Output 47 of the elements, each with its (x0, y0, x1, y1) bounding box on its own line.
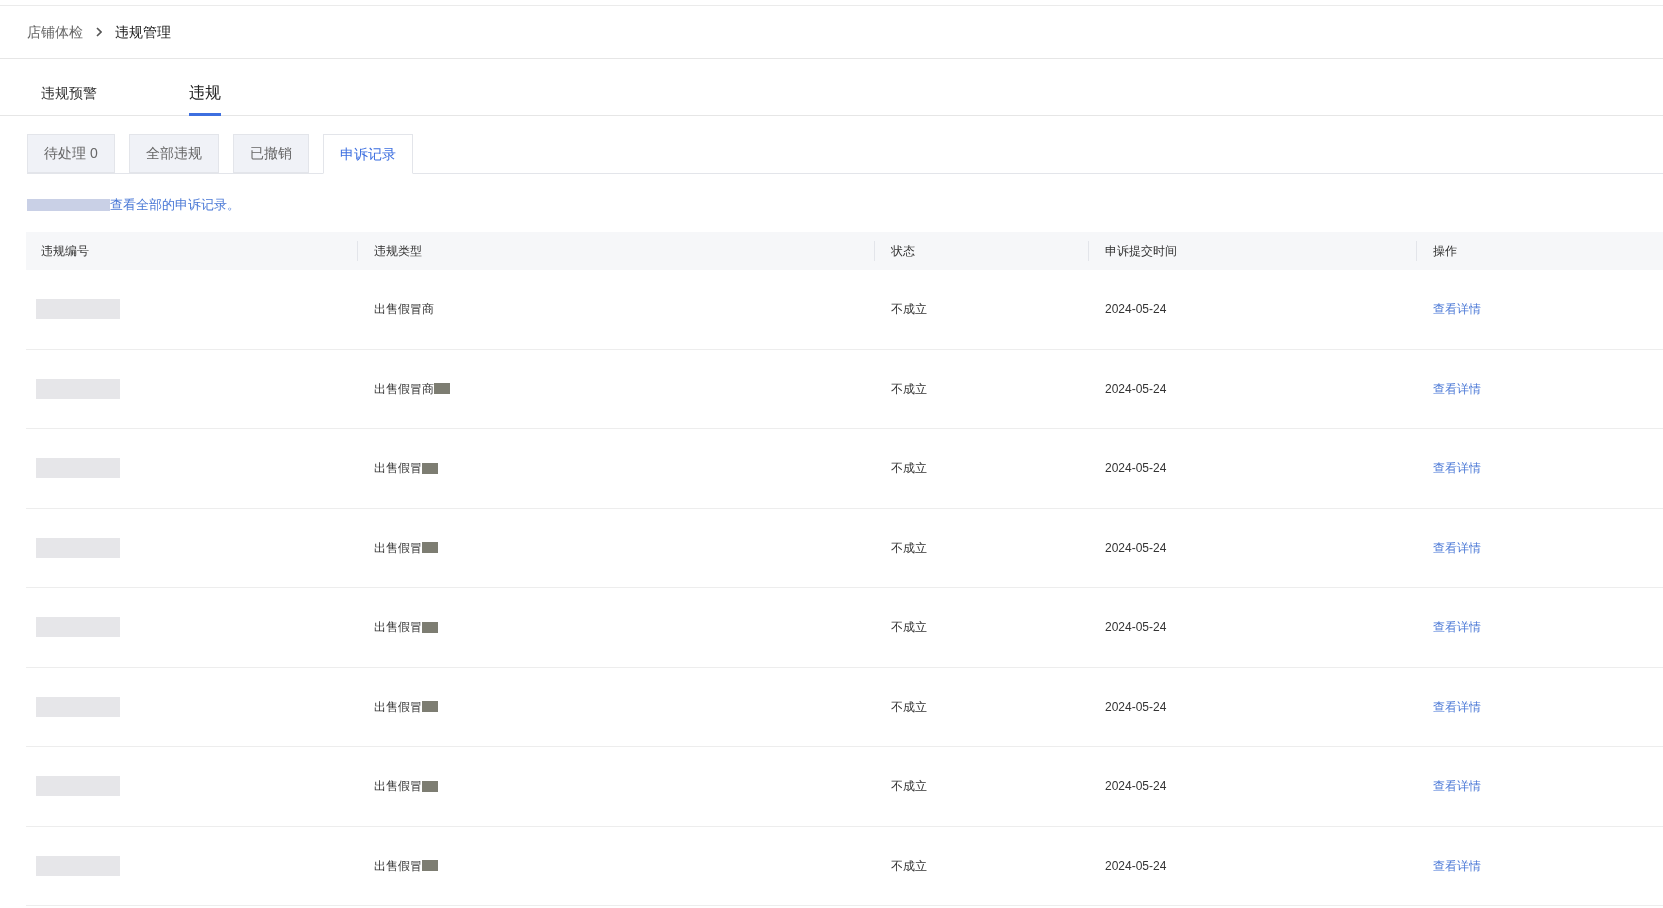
table-cell-text: 不成立 (891, 857, 927, 875)
column-header: 状态 (891, 243, 915, 260)
table-cell-text: 出售假冒 (374, 778, 422, 796)
table-cell-text: 不成立 (891, 619, 927, 637)
column-header: 操作 (1433, 243, 1457, 260)
table-cell-text: 出售假冒商 (374, 380, 434, 398)
tab[interactable]: 违规 (189, 73, 221, 116)
notice-text: 查看全部的申诉记录。 (110, 196, 240, 215)
table-cell-text: 出售假冒 (374, 857, 422, 875)
chevron-right-icon (96, 27, 102, 37)
table-cell-text: 2024-05-24 (1105, 301, 1167, 319)
table-cell-text: 不成立 (891, 698, 927, 716)
table-cell-text: 出售假冒商 (374, 301, 434, 319)
table-cell-text: 不成立 (891, 380, 927, 398)
view-details-link[interactable]: 查看详情 (1433, 379, 1481, 398)
tab[interactable]: 违规预警 (41, 72, 97, 115)
breadcrumb-link[interactable]: 违规管理 (115, 21, 171, 43)
sub-tab[interactable]: 申诉记录 (322, 134, 413, 174)
table-cell-text: 出售假冒 (374, 698, 422, 716)
table-cell-text: 2024-05-24 (1105, 380, 1167, 398)
table-cell-text: 不成立 (891, 460, 927, 478)
table-cell-text: 2024-05-24 (1105, 857, 1167, 875)
table-cell-text: 2024-05-24 (1105, 778, 1167, 796)
table-cell-text: 2024-05-24 (1105, 698, 1167, 716)
view-details-link[interactable]: 查看详情 (1433, 300, 1481, 319)
table-cell-text: 2024-05-24 (1105, 460, 1167, 478)
table-cell-text: 出售假冒 (374, 539, 422, 557)
view-details-link[interactable]: 查看详情 (1433, 697, 1481, 716)
breadcrumb-link[interactable]: 店铺体检 (27, 21, 83, 43)
table-cell-text: 不成立 (891, 778, 927, 796)
table-cell-text: 出售假冒 (374, 619, 422, 637)
view-details-link[interactable]: 查看详情 (1433, 538, 1481, 557)
view-details-link[interactable]: 查看详情 (1433, 777, 1481, 796)
column-header: 违规编号 (41, 243, 89, 260)
sub-tab[interactable]: 已撤销 (232, 134, 309, 173)
table-cell-text: 2024-05-24 (1105, 619, 1167, 637)
view-details-link[interactable]: 查看详情 (1433, 618, 1481, 637)
view-details-link[interactable]: 查看详情 (1433, 459, 1481, 478)
table-cell-text: 出售假冒 (374, 460, 422, 478)
column-header: 申诉提交时间 (1105, 243, 1177, 260)
table-cell-text: 不成立 (891, 539, 927, 557)
sub-tab[interactable]: 全部违规 (128, 134, 219, 173)
table-cell-text: 2024-05-24 (1105, 539, 1167, 557)
sub-tab[interactable]: 待处理 0 (27, 134, 115, 173)
column-header: 违规类型 (374, 243, 422, 260)
table-cell-text: 不成立 (891, 301, 927, 319)
view-details-link[interactable]: 查看详情 (1433, 856, 1481, 875)
